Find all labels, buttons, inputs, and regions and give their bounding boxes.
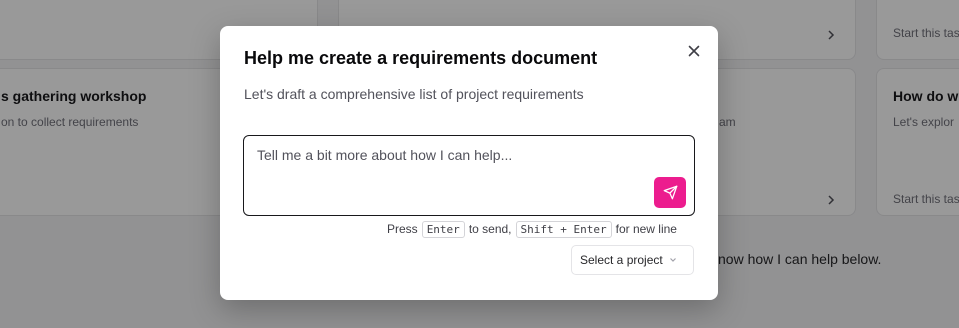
chevron-down-icon xyxy=(669,258,676,262)
dialog-title: Help me create a requirements document xyxy=(244,48,598,68)
prompt-container xyxy=(243,135,695,216)
send-icon xyxy=(663,185,677,200)
project-select-label: Select a project xyxy=(580,253,663,267)
keyboard-hint: Press Enter to send, Shift + Enter for n… xyxy=(387,219,677,239)
requirements-dialog: Help me create a requirements document L… xyxy=(220,26,718,300)
enter-key: Enter xyxy=(421,220,465,238)
project-select[interactable]: Select a project xyxy=(571,245,694,275)
send-button[interactable] xyxy=(654,177,686,208)
dialog-subtitle: Let's draft a comprehensive list of proj… xyxy=(244,86,584,102)
hint-to-send: to send, xyxy=(468,222,512,236)
prompt-input[interactable] xyxy=(257,147,637,169)
shift-enter-key: Shift + Enter xyxy=(515,220,612,238)
close-icon[interactable] xyxy=(686,43,702,59)
hint-press: Press xyxy=(387,222,418,236)
hint-new-line: for new line xyxy=(615,222,677,236)
